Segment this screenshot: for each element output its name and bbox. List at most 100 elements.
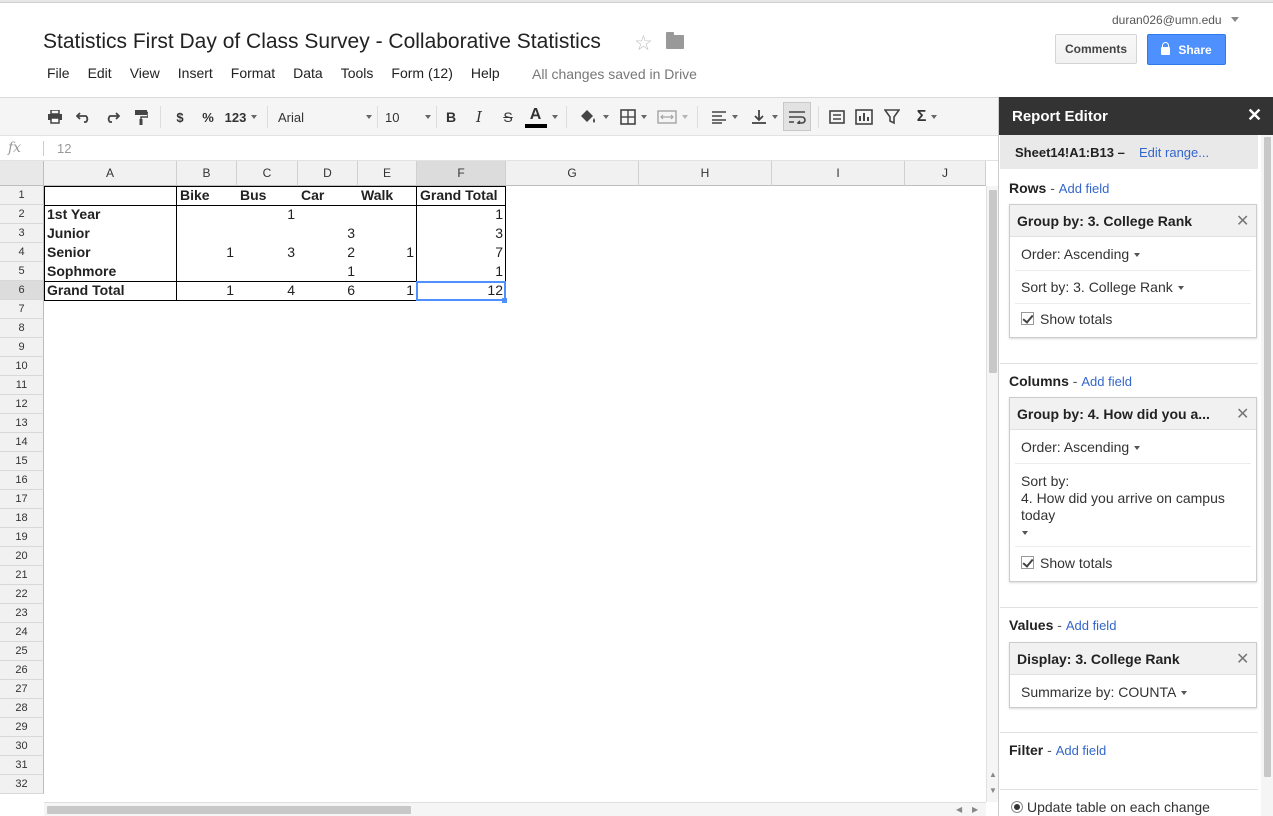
columns-show-totals-checkbox[interactable]: Show totals xyxy=(1021,555,1112,571)
pivot-row-label[interactable]: Senior xyxy=(44,243,177,262)
rows-sort-dropdown[interactable]: Sort by: 3. College Rank xyxy=(1021,279,1184,295)
row-header-29[interactable]: 29 xyxy=(0,718,44,737)
row-header-28[interactable]: 28 xyxy=(0,699,44,718)
close-icon[interactable]: ✕ xyxy=(1247,105,1262,126)
scroll-up-arrow-icon[interactable]: ▲ xyxy=(989,770,997,779)
column-header-a[interactable]: A xyxy=(44,161,177,186)
pivot-value-cell[interactable] xyxy=(358,224,417,243)
edit-range-link[interactable]: Edit range... xyxy=(1139,145,1209,160)
row-header-6[interactable]: 6 xyxy=(0,281,44,300)
pivot-value-cell[interactable] xyxy=(177,205,237,224)
row-header-21[interactable]: 21 xyxy=(0,566,44,585)
pivot-row-label[interactable]: Sophmore xyxy=(44,262,177,281)
row-header-16[interactable]: 16 xyxy=(0,471,44,490)
menu-data[interactable]: Data xyxy=(293,65,323,81)
row-header-25[interactable]: 25 xyxy=(0,642,44,661)
pivot-value-cell[interactable]: 1 xyxy=(298,262,358,281)
row-header-10[interactable]: 10 xyxy=(0,357,44,376)
column-header-i[interactable]: I xyxy=(772,161,905,186)
row-header-22[interactable]: 22 xyxy=(0,585,44,604)
pivot-column-header[interactable]: Grand Total xyxy=(417,186,506,205)
share-button[interactable]: Share xyxy=(1147,34,1226,65)
column-header-b[interactable]: B xyxy=(177,161,237,186)
pivot-column-header[interactable]: Bike xyxy=(177,186,237,205)
rows-show-totals-checkbox[interactable]: Show totals xyxy=(1021,311,1112,327)
undo-icon[interactable] xyxy=(73,98,95,136)
pivot-value-cell[interactable]: 1 xyxy=(177,243,237,262)
horizontal-align-dropdown[interactable] xyxy=(705,98,743,136)
column-header-c[interactable]: C xyxy=(237,161,298,186)
pivot-value-cell[interactable]: 3 xyxy=(237,243,298,262)
menu-edit[interactable]: Edit xyxy=(88,65,112,81)
column-header-h[interactable]: H xyxy=(639,161,772,186)
print-icon[interactable] xyxy=(44,98,66,136)
row-header-7[interactable]: 7 xyxy=(0,300,44,319)
formula-input[interactable]: 12 xyxy=(57,141,71,156)
summarize-by-dropdown[interactable]: Summarize by: COUNTA xyxy=(1021,684,1188,700)
column-header-e[interactable]: E xyxy=(358,161,417,186)
menu-insert[interactable]: Insert xyxy=(178,65,213,81)
pivot-column-header[interactable]: Walk xyxy=(358,186,417,205)
insert-comment-icon[interactable] xyxy=(826,98,848,136)
menu-view[interactable]: View xyxy=(130,65,160,81)
remove-values-close-icon[interactable]: ✕ xyxy=(1236,649,1249,669)
row-header-30[interactable]: 30 xyxy=(0,737,44,756)
pivot-value-cell[interactable] xyxy=(358,262,417,281)
row-header-3[interactable]: 3 xyxy=(0,224,44,243)
italic-button[interactable]: I xyxy=(468,98,490,136)
strikethrough-button[interactable]: S xyxy=(497,98,519,136)
currency-format-button[interactable]: $ xyxy=(169,98,191,136)
panel-scrollbar[interactable] xyxy=(1261,135,1273,816)
merge-cells-dropdown[interactable] xyxy=(653,98,691,136)
pivot-value-cell[interactable]: 3 xyxy=(417,224,506,243)
menu-format[interactable]: Format xyxy=(231,65,275,81)
menu-tools[interactable]: Tools xyxy=(341,65,374,81)
column-header-g[interactable]: G xyxy=(506,161,639,186)
borders-dropdown[interactable] xyxy=(614,98,652,136)
pivot-column-header[interactable] xyxy=(44,186,177,205)
number-format-dropdown[interactable]: 123 xyxy=(222,98,260,136)
columns-order-dropdown[interactable]: Order: Ascending xyxy=(1021,439,1141,455)
row-header-8[interactable]: 8 xyxy=(0,319,44,338)
row-header-31[interactable]: 31 xyxy=(0,756,44,775)
pivot-value-cell[interactable]: 1 xyxy=(177,281,237,300)
horizontal-scroll-thumb[interactable] xyxy=(47,806,411,814)
pivot-column-header[interactable]: Car xyxy=(298,186,358,205)
pivot-value-cell[interactable] xyxy=(237,262,298,281)
vertical-align-dropdown[interactable] xyxy=(745,98,783,136)
pivot-value-cell[interactable] xyxy=(358,205,417,224)
wrap-text-button[interactable] xyxy=(783,102,811,131)
selected-cell-f6[interactable] xyxy=(416,281,506,301)
select-all-corner[interactable] xyxy=(0,161,44,186)
row-header-27[interactable]: 27 xyxy=(0,680,44,699)
pivot-value-cell[interactable]: 2 xyxy=(298,243,358,262)
panel-scroll-thumb[interactable] xyxy=(1264,137,1271,777)
row-header-15[interactable]: 15 xyxy=(0,452,44,471)
pivot-value-cell[interactable]: 1 xyxy=(417,262,506,281)
columns-sort-dropdown[interactable]: Sort by: 4. How did you arrive on campus… xyxy=(1021,473,1225,541)
row-header-24[interactable]: 24 xyxy=(0,623,44,642)
rows-order-dropdown[interactable]: Order: Ascending xyxy=(1021,246,1141,262)
bold-button[interactable]: B xyxy=(440,98,462,136)
row-header-23[interactable]: 23 xyxy=(0,604,44,623)
row-header-9[interactable]: 9 xyxy=(0,338,44,357)
scroll-down-arrow-icon[interactable]: ▼ xyxy=(989,786,997,795)
pivot-row-label[interactable]: Grand Total xyxy=(44,281,177,300)
functions-dropdown[interactable]: Σ xyxy=(908,98,946,136)
vertical-scroll-thumb[interactable] xyxy=(989,190,997,373)
column-header-d[interactable]: D xyxy=(298,161,358,186)
row-header-20[interactable]: 20 xyxy=(0,547,44,566)
pivot-value-cell[interactable] xyxy=(298,205,358,224)
values-add-field-link[interactable]: Add field xyxy=(1066,618,1117,633)
row-header-13[interactable]: 13 xyxy=(0,414,44,433)
columns-add-field-link[interactable]: Add field xyxy=(1081,374,1132,389)
pivot-value-cell[interactable]: 4 xyxy=(237,281,298,300)
row-header-5[interactable]: 5 xyxy=(0,262,44,281)
filter-add-field-link[interactable]: Add field xyxy=(1056,743,1107,758)
menu-form[interactable]: Form (12) xyxy=(391,65,452,81)
row-header-2[interactable]: 2 xyxy=(0,205,44,224)
scroll-right-arrow-icon[interactable]: ▶ xyxy=(972,805,978,814)
fill-color-dropdown[interactable] xyxy=(574,98,612,136)
row-header-17[interactable]: 17 xyxy=(0,490,44,509)
pivot-value-cell[interactable]: 1 xyxy=(237,205,298,224)
